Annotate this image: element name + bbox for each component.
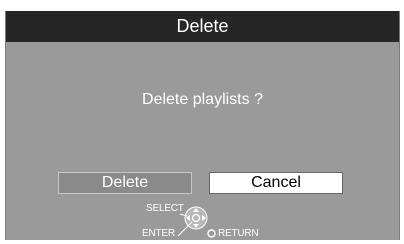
delete-button[interactable]: Delete [58, 172, 192, 194]
enter-hint-label: ENTER [142, 228, 175, 239]
dialog-message: Delete playlists ? [142, 91, 263, 108]
remote-hint-area: SELECT ENTER RETURN [6, 198, 399, 240]
dialog-title: Delete [176, 16, 229, 36]
cancel-button[interactable]: Cancel [209, 172, 343, 194]
cancel-button-label: Cancel [251, 174, 301, 191]
return-hint-label: RETURN [218, 228, 259, 239]
delete-button-label: Delete [101, 174, 149, 191]
return-button-icon [207, 229, 216, 238]
dialog-title-bar: Delete [6, 11, 399, 42]
delete-dialog: Delete Delete playlists ? Delete Cancel … [5, 11, 400, 240]
dpad-icon [177, 206, 208, 237]
